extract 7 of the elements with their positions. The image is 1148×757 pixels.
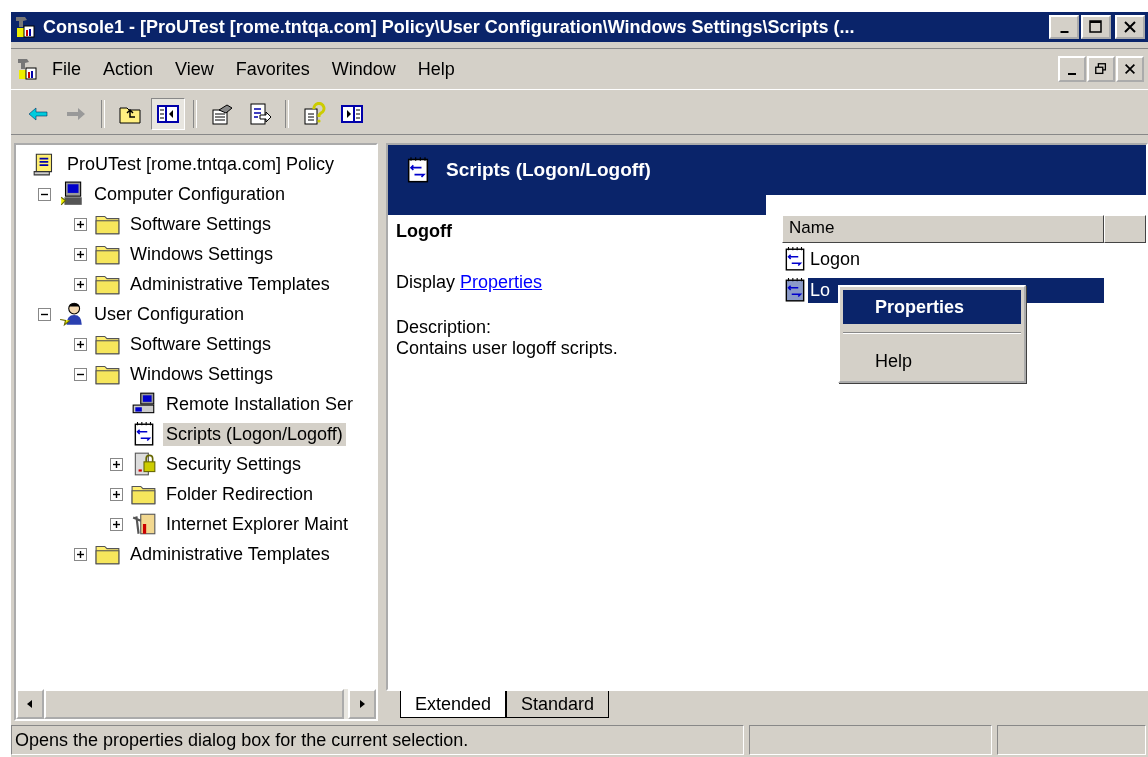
window-title: Console1 - [ProUTest [rome.tntqa.com] Policy\User Configuration\Windows Settings\Scripts (...	[43, 16, 856, 38]
panel-title: Scripts (Logon/Logoff)	[446, 159, 651, 181]
description-label: Description:	[395, 317, 493, 338]
status-text: Opens the properties dialog box for the current selection.	[11, 725, 744, 755]
description-text: Contains user logoff scripts.	[395, 338, 619, 359]
item-heading: Logoff	[395, 221, 453, 242]
action-sentence: Display Properties	[395, 272, 544, 293]
